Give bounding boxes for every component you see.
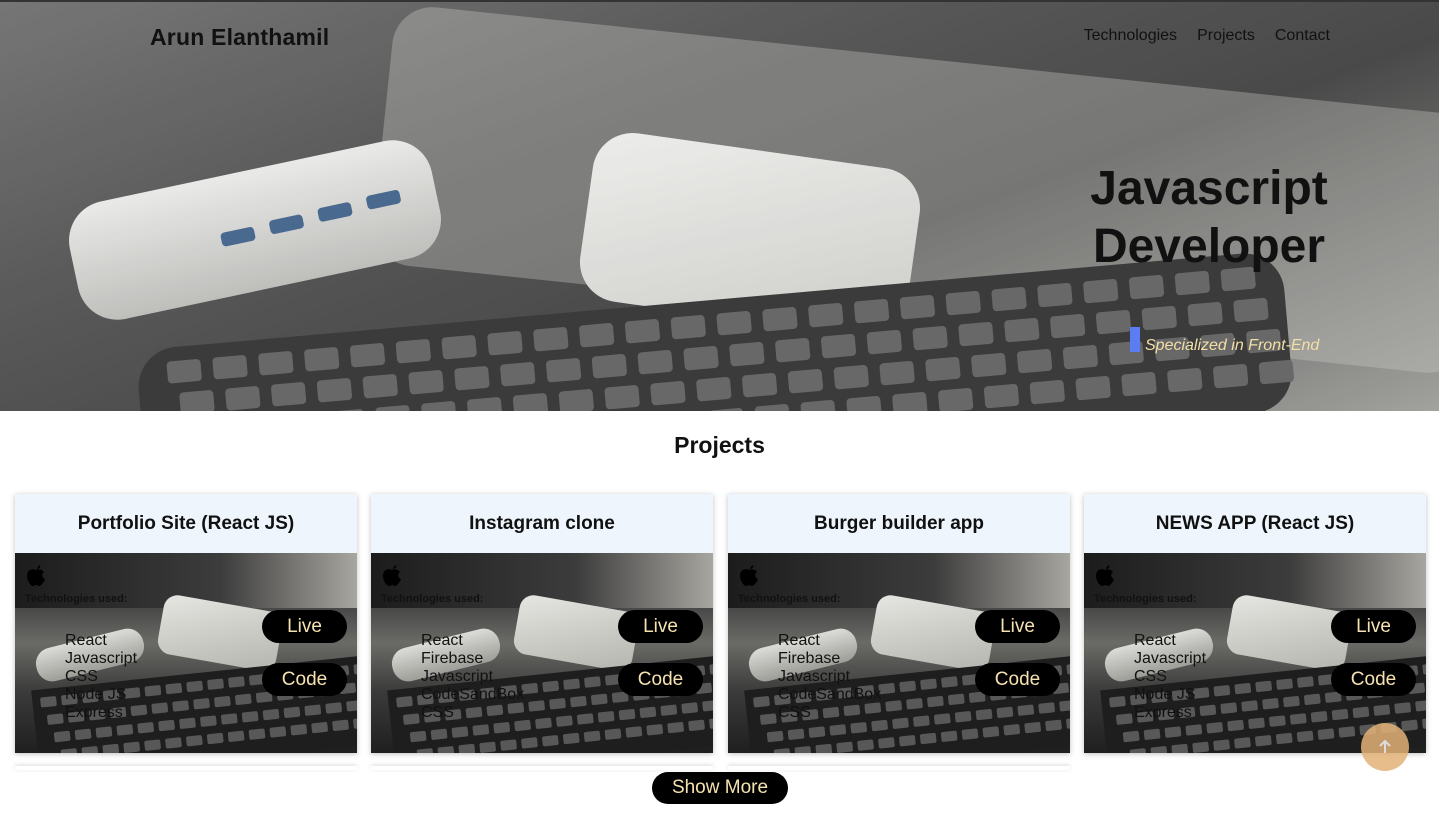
project-card: Instagram clone Technologies used: React… xyxy=(371,494,713,753)
second-row-card-edge xyxy=(728,766,1070,770)
project-card-title: Portfolio Site (React JS) xyxy=(15,494,357,553)
live-button[interactable]: Live xyxy=(975,610,1060,643)
project-card-image: Technologies used: React Firebase Javascri… xyxy=(728,553,1070,753)
tech-list: React Firebase Javascript CodeSandBox CSS xyxy=(778,632,881,722)
tagline-accent-bar xyxy=(1130,327,1140,352)
tech-item: Express xyxy=(65,704,123,721)
tech-item: CSS xyxy=(1134,668,1167,685)
technologies-label: Technologies used: xyxy=(381,593,484,605)
hero-headline-line1: Javascript xyxy=(1090,162,1328,215)
code-button[interactable]: Code xyxy=(975,663,1060,696)
tech-list: React Firebase Javascript CodeSandBox CSS xyxy=(421,632,524,722)
project-card-image: Technologies used: React Firebase Javascri… xyxy=(371,553,713,753)
project-card: Portfolio Site (React JS) Technologies u… xyxy=(15,494,357,753)
tech-item: Node JS xyxy=(1134,686,1196,703)
apple-icon xyxy=(740,565,758,586)
technologies-label: Technologies used: xyxy=(25,593,128,605)
tech-list: React Javascript CSS Node JS Express xyxy=(1134,632,1206,722)
tech-list: React Javascript CSS Node JS Express xyxy=(65,632,137,722)
hero-tagline: Specialized in Front-End xyxy=(1145,337,1320,354)
project-card-title: NEWS APP (React JS) xyxy=(1084,494,1426,553)
nav-link-technologies[interactable]: Technologies xyxy=(1084,27,1177,45)
code-button[interactable]: Code xyxy=(618,663,703,696)
arrow-up-icon xyxy=(1379,739,1391,753)
top-nav: Arun Elanthamil Technologies Projects Co… xyxy=(0,0,1439,72)
code-button[interactable]: Code xyxy=(1331,663,1416,696)
apple-icon xyxy=(1096,565,1114,586)
tech-item: Javascript xyxy=(421,668,494,685)
tech-item: CodeSandBox xyxy=(421,686,525,703)
tech-item: Express xyxy=(1134,704,1192,721)
live-button[interactable]: Live xyxy=(1331,610,1416,643)
apple-icon xyxy=(383,565,401,586)
hero-headline: Javascript Developer xyxy=(1069,160,1349,276)
tech-item: Node JS xyxy=(65,686,127,703)
hero-headline-line2: Developer xyxy=(1092,220,1326,273)
tech-item: CSS xyxy=(421,704,454,721)
tech-item: CSS xyxy=(65,668,98,685)
nav-links: Technologies Projects Contact xyxy=(1084,27,1330,45)
nav-link-contact[interactable]: Contact xyxy=(1275,27,1330,45)
projects-title: Projects xyxy=(674,432,765,458)
technologies-label: Technologies used: xyxy=(738,593,841,605)
tech-item: Firebase xyxy=(778,650,841,667)
tech-item: CSS xyxy=(778,704,811,721)
second-row-card-edge xyxy=(371,766,713,770)
project-card-image: Technologies used: React Javascript CSS Nod… xyxy=(1084,553,1426,753)
show-more-button[interactable]: Show More xyxy=(652,772,788,804)
scroll-to-top-button[interactable] xyxy=(1361,723,1409,771)
tech-item: React xyxy=(421,632,463,649)
brand-name[interactable]: Arun Elanthamil xyxy=(150,24,329,51)
nav-link-projects[interactable]: Projects xyxy=(1197,27,1255,45)
tech-item: Javascript xyxy=(778,668,851,685)
project-card-title: Instagram clone xyxy=(371,494,713,553)
project-card-image: Technologies used: React Javascript CSS Nod… xyxy=(15,553,357,753)
second-row-card-edge xyxy=(15,766,357,770)
live-button[interactable]: Live xyxy=(618,610,703,643)
code-button[interactable]: Code xyxy=(262,663,347,696)
tech-item: React xyxy=(65,632,107,649)
project-card: NEWS APP (React JS) Technologies used: R… xyxy=(1084,494,1426,753)
project-card: Burger builder app Technologies used: Re… xyxy=(728,494,1070,753)
tech-item: Firebase xyxy=(421,650,484,667)
technologies-label: Technologies used: xyxy=(1094,593,1197,605)
tech-item: React xyxy=(1134,632,1176,649)
live-button[interactable]: Live xyxy=(262,610,347,643)
tech-item: Javascript xyxy=(65,650,138,667)
apple-icon xyxy=(27,565,45,586)
tech-item: React xyxy=(778,632,820,649)
tech-item: Javascript xyxy=(1134,650,1207,667)
project-card-title: Burger builder app xyxy=(728,494,1070,553)
tech-item: CodeSandBox xyxy=(778,686,882,703)
